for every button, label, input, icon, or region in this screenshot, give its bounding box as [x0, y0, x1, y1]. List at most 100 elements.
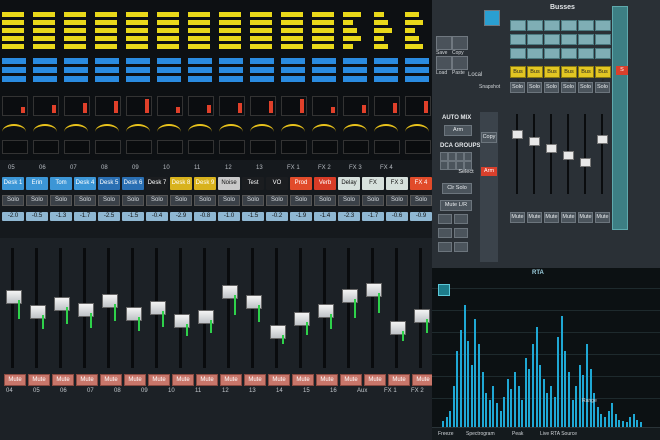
rta-spectrogram-toggle[interactable]: Spectrogram: [466, 431, 495, 437]
eq-tile[interactable]: [374, 140, 400, 154]
toolbar-copy-icon[interactable]: [452, 36, 468, 50]
pan-value[interactable]: -1.4: [314, 212, 336, 221]
dynamics-tile[interactable]: [126, 96, 152, 116]
solo-button[interactable]: Solo: [386, 195, 408, 206]
bus-send-row[interactable]: [561, 48, 577, 59]
dca-mute-button[interactable]: [454, 242, 468, 252]
solo-button[interactable]: Solo: [98, 195, 120, 206]
dca-selector[interactable]: [456, 152, 464, 161]
dca-mute-button[interactable]: [438, 228, 452, 238]
eq-tile[interactable]: [95, 140, 121, 154]
eq-tile[interactable]: [250, 140, 276, 154]
eq-tile[interactable]: [33, 140, 59, 154]
rta-source-toggle[interactable]: Live RTA Source: [540, 431, 577, 437]
mute-button[interactable]: Mute: [172, 374, 194, 386]
pan-value[interactable]: -2.9: [170, 212, 192, 221]
bus-send-row[interactable]: [510, 34, 526, 45]
bus-master-strip[interactable]: [612, 6, 628, 230]
bus-select-button[interactable]: Bus 4: [561, 66, 577, 85]
mute-button[interactable]: Mute: [340, 374, 362, 386]
bus-solo-button[interactable]: Solo: [578, 82, 593, 93]
solo-button[interactable]: Solo: [290, 195, 312, 206]
bus-select-button[interactable]: Bus 1: [510, 66, 526, 85]
mute-button[interactable]: Mute: [292, 374, 314, 386]
dca-selector[interactable]: [440, 152, 448, 161]
eq-tile[interactable]: [64, 140, 90, 154]
toolbar-paste-icon[interactable]: [452, 56, 468, 70]
channel-name-label[interactable]: Desk 5: [98, 177, 120, 190]
eq-curve[interactable]: [250, 124, 274, 140]
channel-name-label[interactable]: Test: [242, 177, 264, 190]
dca-selector[interactable]: [448, 152, 456, 161]
pan-value[interactable]: -1.3: [50, 212, 72, 221]
solo-button[interactable]: Solo: [410, 195, 432, 206]
mute-button[interactable]: Mute: [388, 374, 410, 386]
bus-fader-cap[interactable]: [529, 137, 540, 146]
solo-button[interactable]: Solo: [218, 195, 240, 206]
dca-selector[interactable]: [440, 161, 448, 170]
mute-button[interactable]: Mute: [220, 374, 242, 386]
bus-send-row[interactable]: [578, 34, 594, 45]
bus-send-row[interactable]: [561, 34, 577, 45]
bus-fader-cap[interactable]: [512, 130, 523, 139]
toolbar-save-icon[interactable]: [436, 36, 452, 50]
channel-name-label[interactable]: Desk 6: [122, 177, 144, 190]
mute-button[interactable]: Mute: [4, 374, 26, 386]
eq-tile[interactable]: [2, 140, 28, 154]
bus-fader-cap[interactable]: [546, 144, 557, 153]
eq-tile[interactable]: [219, 140, 245, 154]
solo-button[interactable]: Solo: [338, 195, 360, 206]
eq-tile[interactable]: [405, 140, 431, 154]
pan-value[interactable]: -0.5: [26, 212, 48, 221]
bus-send-row[interactable]: [578, 20, 594, 31]
dca-mute-button[interactable]: [454, 228, 468, 238]
bus-select-button[interactable]: Bus 5: [578, 66, 594, 85]
expand-icon[interactable]: [484, 10, 500, 26]
eq-curve[interactable]: [33, 124, 57, 140]
channel-name-label[interactable]: Desk 7: [146, 177, 168, 190]
dca-mute-button[interactable]: [438, 242, 452, 252]
eq-curve[interactable]: [219, 124, 243, 140]
bus-send-row[interactable]: [595, 20, 611, 31]
mute-button[interactable]: Mute: [76, 374, 98, 386]
mute-button[interactable]: Mute: [124, 374, 146, 386]
solo-button[interactable]: Solo: [242, 195, 264, 206]
eq-tile[interactable]: [343, 140, 369, 154]
bus-send-row[interactable]: [510, 20, 526, 31]
eq-tile[interactable]: [312, 140, 338, 154]
bus-send-row[interactable]: [527, 48, 543, 59]
solo-button[interactable]: Solo: [146, 195, 168, 206]
dynamics-tile[interactable]: [157, 96, 183, 116]
pan-value[interactable]: -2.3: [338, 212, 360, 221]
mute-lr-button[interactable]: Mute L/R: [440, 200, 472, 211]
solo-button[interactable]: Solo: [2, 195, 24, 206]
rta-analyzer[interactable]: RTA Range Freeze Spectrogram Peak Live R…: [432, 268, 660, 440]
bus-mute-button[interactable]: Mute: [578, 212, 593, 223]
mute-button[interactable]: Mute: [244, 374, 266, 386]
solo-button[interactable]: Solo: [122, 195, 144, 206]
bus-fader-cap[interactable]: [597, 135, 608, 144]
bus-mute-button[interactable]: Mute: [544, 212, 559, 223]
bus-send-row[interactable]: [510, 48, 526, 59]
bus-select-button[interactable]: Bus 3: [544, 66, 560, 85]
pan-value[interactable]: -2.0: [2, 212, 24, 221]
eq-tile[interactable]: [157, 140, 183, 154]
mute-button[interactable]: Mute: [412, 374, 434, 386]
channel-name-label[interactable]: FX 4: [410, 177, 432, 190]
bus-send-row[interactable]: [527, 20, 543, 31]
solo-button[interactable]: Solo: [50, 195, 72, 206]
dynamics-tile[interactable]: [281, 96, 307, 116]
dynamics-tile[interactable]: [33, 96, 59, 116]
channel-name-label[interactable]: Desk 1: [2, 177, 24, 190]
automix-arm-button[interactable]: Arm: [444, 125, 472, 136]
eq-curve[interactable]: [188, 124, 212, 140]
solo-button[interactable]: Solo: [26, 195, 48, 206]
solo-button[interactable]: Solo: [266, 195, 288, 206]
bus-send-row[interactable]: [595, 48, 611, 59]
solo-button[interactable]: Solo: [362, 195, 384, 206]
channel-name-label[interactable]: FX 3: [386, 177, 408, 190]
pan-value[interactable]: -2.5: [98, 212, 120, 221]
mute-button[interactable]: Mute: [52, 374, 74, 386]
pan-value[interactable]: -0.2: [266, 212, 288, 221]
channel-name-label[interactable]: Desk 9: [194, 177, 216, 190]
